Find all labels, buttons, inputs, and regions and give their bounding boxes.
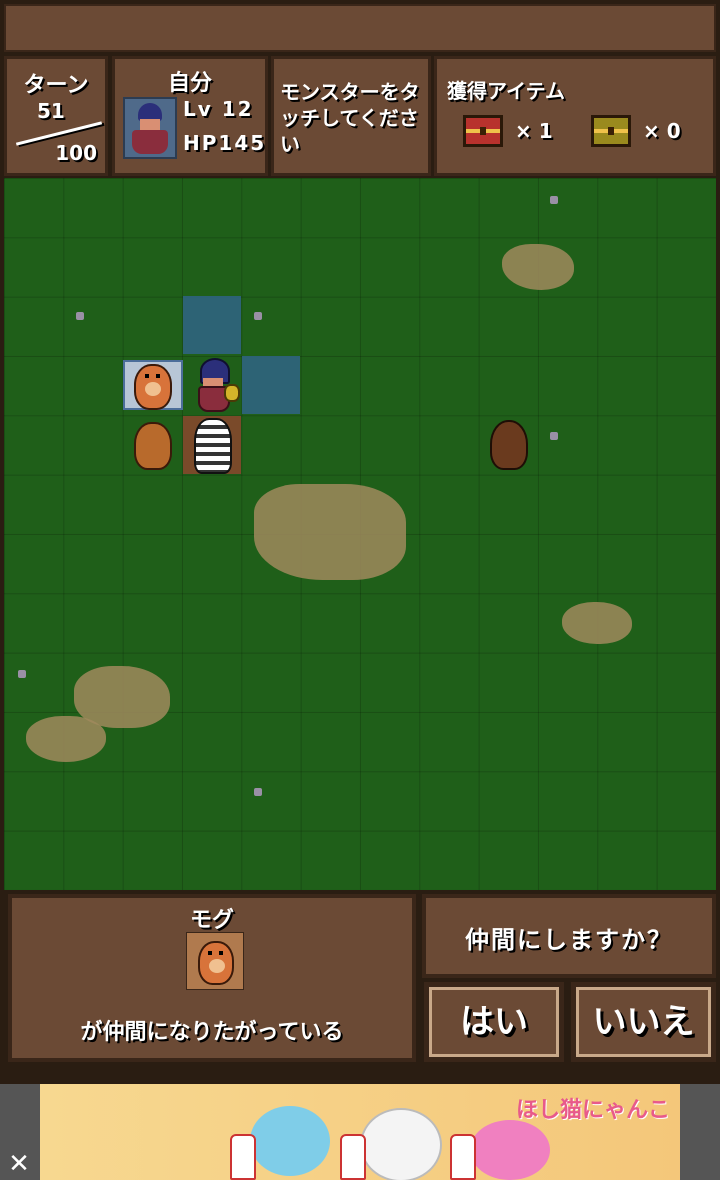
red-chest-icon <box>463 115 503 147</box>
zebra-ally[interactable] <box>194 418 232 474</box>
wild-monster[interactable] <box>490 420 528 470</box>
gold-chest-icon <box>591 115 631 147</box>
mole-icon <box>198 941 234 985</box>
move-range-tile[interactable] <box>242 356 300 414</box>
yes-button[interactable]: はい <box>424 982 564 1062</box>
blue-cat-icon <box>250 1106 330 1176</box>
turn-panel: ターン 51 100 <box>4 56 108 176</box>
question-panel: 仲間にしますか？ <box>422 894 716 978</box>
question-text: 仲間にしますか？ <box>465 926 673 954</box>
turn-current: 51 <box>37 99 65 123</box>
milk-bottle-icon <box>340 1134 366 1180</box>
instruction-text: モンスターをタッチしてください <box>280 80 420 156</box>
milk-bottle-icon <box>230 1134 256 1180</box>
key-icon <box>224 384 240 402</box>
recruit-panel: モグ が仲間になりたがっている <box>8 894 416 1062</box>
rock <box>550 432 558 440</box>
dirt-patch <box>26 716 106 762</box>
rock <box>550 196 558 204</box>
monster-portrait <box>186 932 244 990</box>
burrowed-mole[interactable] <box>134 422 172 470</box>
instruction-panel: モンスターをタッチしてください <box>271 56 431 176</box>
dirt-patch <box>254 484 406 580</box>
gold-chest-count: × 0 <box>643 119 681 143</box>
recruit-message: が仲間になりたがっている <box>80 1020 344 1045</box>
player-hp: HP145 <box>183 131 267 155</box>
monster-name: モグ <box>189 908 234 933</box>
ad-logo: ほし猫にゃんこ <box>515 1098 670 1123</box>
move-range-tile[interactable] <box>183 296 241 354</box>
rock <box>254 312 262 320</box>
items-label: 獲得アイテム <box>447 79 565 103</box>
ad-banner[interactable]: ほし猫にゃんこ <box>40 1084 680 1180</box>
milk-bottle-icon <box>450 1134 476 1180</box>
white-cat-icon <box>360 1108 442 1180</box>
rock <box>254 788 262 796</box>
game-map[interactable] <box>4 178 716 890</box>
dirt-patch <box>502 244 574 290</box>
rock <box>76 312 84 320</box>
player-portrait <box>123 97 177 159</box>
ad-banner-area: ほし猫にゃんこ ✕ <box>0 1084 720 1180</box>
turn-label: ターン <box>23 73 89 98</box>
rock <box>18 670 26 678</box>
close-icon[interactable]: ✕ <box>4 1150 34 1178</box>
no-button[interactable]: いいえ <box>571 982 716 1062</box>
player-level: Lv 12 <box>183 97 254 121</box>
dirt-patch <box>562 602 632 644</box>
items-panel: 獲得アイテム × 1 × 0 <box>434 56 716 176</box>
mole-ally[interactable] <box>134 364 172 410</box>
self-label: 自分 <box>167 71 212 96</box>
red-chest-count: × 1 <box>515 119 553 143</box>
pink-cat-icon <box>470 1120 550 1180</box>
top-bar <box>4 4 716 52</box>
player-status-panel: 自分 Lv 12 HP145 <box>112 56 268 176</box>
turn-max: 100 <box>55 141 97 165</box>
